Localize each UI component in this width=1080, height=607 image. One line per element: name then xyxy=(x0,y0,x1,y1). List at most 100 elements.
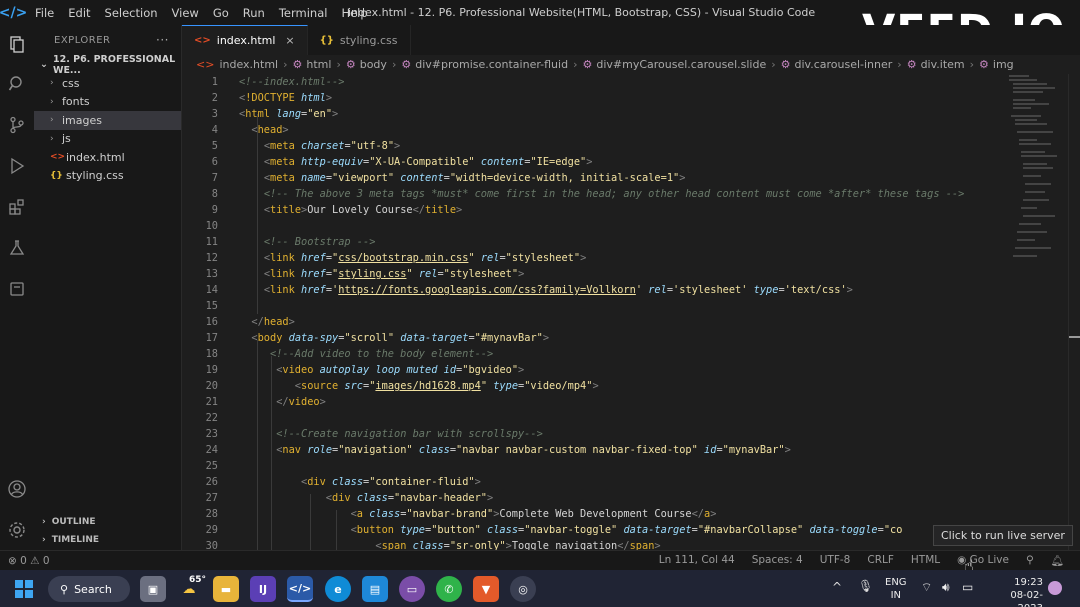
tab-index-html[interactable]: <> index.html × xyxy=(182,25,308,55)
menu-go[interactable]: Go xyxy=(206,6,236,20)
vscode-logo-icon: </> xyxy=(0,4,28,21)
show-hidden-icons-chevron-icon[interactable]: ^ xyxy=(832,580,842,594)
extensions-icon[interactable] xyxy=(6,196,28,218)
testing-flask-icon[interactable] xyxy=(6,237,28,259)
tree-item-images[interactable]: › images xyxy=(34,111,181,130)
code-editor[interactable]: 1 2 3 4 5 6 7 8 9 10 11 12 13 14 15 16 1… xyxy=(182,74,1007,550)
taskbar-search[interactable]: ⚲ Search xyxy=(48,576,130,602)
weather-widget[interactable]: ☁ 65° xyxy=(176,575,207,602)
cursor-position[interactable]: Ln 111, Col 44 xyxy=(659,554,735,567)
menu-selection[interactable]: Selection xyxy=(98,6,165,20)
go-live-label: Go Live xyxy=(969,554,1009,566)
tree-item-label: fonts xyxy=(62,95,90,109)
code-line: <html lang="en"> xyxy=(239,108,339,120)
breadcrumb-item[interactable]: div.carousel-inner xyxy=(795,58,893,71)
element-icon: ⚙ xyxy=(292,58,303,71)
tree-item-label: js xyxy=(62,132,71,146)
language-mode[interactable]: HTML xyxy=(911,554,940,567)
code-line: <link href="css/bootstrap.min.css" rel="… xyxy=(263,252,587,264)
file-explorer-icon[interactable]: ▬ xyxy=(213,576,239,602)
outline-section[interactable]: › OUTLINE xyxy=(34,513,182,531)
line-number: 26 xyxy=(205,476,218,488)
intellij-app-icon[interactable]: IJ xyxy=(250,576,276,602)
source-control-icon[interactable] xyxy=(6,114,28,136)
breadcrumb-item[interactable]: div#promise.container-fluid xyxy=(415,58,568,71)
code-line: <head> xyxy=(251,124,289,136)
code-line: <div class="navbar-header"> xyxy=(325,492,494,504)
brave-browser-icon[interactable]: ▼ xyxy=(473,576,499,602)
line-ending[interactable]: CRLF xyxy=(867,554,894,567)
windows-start-icon[interactable] xyxy=(11,576,37,602)
line-number: 29 xyxy=(205,524,218,536)
tab-styling-css[interactable]: {} styling.css xyxy=(308,25,411,55)
line-number: 2 xyxy=(211,92,218,104)
notification-center-icon[interactable] xyxy=(1048,581,1062,595)
menu-edit[interactable]: Edit xyxy=(61,6,97,20)
code-line: <video autoplay loop muted id="bgvideo"> xyxy=(276,364,525,376)
account-icon[interactable] xyxy=(6,478,28,500)
breadcrumb-item[interactable]: index.html xyxy=(219,58,278,71)
menu-file[interactable]: File xyxy=(28,6,61,20)
chevron-right-icon: › xyxy=(50,133,54,144)
remote-explorer-icon[interactable] xyxy=(6,278,28,300)
timeline-section[interactable]: › TIMELINE xyxy=(34,531,182,549)
microphone-icon[interactable]: 🎙︎ xyxy=(858,579,873,593)
line-number: 12 xyxy=(205,252,218,264)
workspace-folder[interactable]: ⌄ 12. P6. PROFESSIONAL WE... xyxy=(34,54,181,76)
notifications-bell-icon[interactable]: 🔔︎ xyxy=(1051,554,1064,567)
line-number: 16 xyxy=(205,316,218,328)
explorer-icon[interactable] xyxy=(6,33,28,55)
language-indicator[interactable]: ENG IN xyxy=(885,576,907,602)
chevron-down-icon: ⌄ xyxy=(40,59,48,70)
tree-item-index-html[interactable]: <> index.html xyxy=(34,148,181,167)
chrome-browser-icon[interactable]: ◎ xyxy=(510,576,536,602)
element-icon: ⚙ xyxy=(345,58,356,71)
volume-icon[interactable]: 🔊︎ xyxy=(942,580,950,595)
tree-item-js[interactable]: › js xyxy=(34,130,181,149)
menu-run[interactable]: Run xyxy=(236,6,272,20)
clock[interactable]: 19:23 08-02-2023 xyxy=(985,576,1043,607)
code-line: <!--Add video to the body element--> xyxy=(270,348,494,360)
status-bar: ⊗ 0 ⚠ 0 Ln 111, Col 44 Spaces: 4 UTF-8 C… xyxy=(0,550,1080,570)
close-icon[interactable]: × xyxy=(285,34,294,47)
whatsapp-icon[interactable]: ✆ xyxy=(436,576,462,602)
breadcrumb-item[interactable]: body xyxy=(360,58,387,71)
minimap[interactable] xyxy=(1007,74,1067,274)
breadcrumb-item[interactable]: div#myCarousel.carousel.slide xyxy=(596,58,766,71)
tree-item-styling-css[interactable]: {} styling.css xyxy=(34,167,181,186)
line-number: 22 xyxy=(205,412,218,424)
more-actions-icon[interactable]: ··· xyxy=(156,33,169,47)
task-view-icon[interactable]: ▣ xyxy=(140,576,166,602)
encoding[interactable]: UTF-8 xyxy=(820,554,851,567)
problems-indicator[interactable]: ⊗ 0 ⚠ 0 xyxy=(0,555,50,567)
breadcrumb-item[interactable]: img xyxy=(993,58,1014,71)
menu-terminal[interactable]: Terminal xyxy=(272,6,335,20)
run-debug-icon[interactable] xyxy=(6,155,28,177)
search-icon[interactable] xyxy=(6,73,28,95)
element-icon: ⚙ xyxy=(401,58,412,71)
weather-temp: 65° xyxy=(189,575,207,585)
editor-tabs: <> index.html × {} styling.css xyxy=(182,25,1080,55)
tree-item-css[interactable]: › css xyxy=(34,74,181,93)
battery-icon[interactable]: ▭ xyxy=(962,580,973,594)
media-app-icon[interactable]: ▭ xyxy=(399,576,425,602)
indentation[interactable]: Spaces: 4 xyxy=(752,554,803,567)
scrollbar-position-marker xyxy=(1069,336,1080,338)
settings-gear-icon[interactable] xyxy=(6,519,28,541)
line-number: 27 xyxy=(205,492,218,504)
css-file-icon: {} xyxy=(50,170,63,181)
code-line: <!--index.html--> xyxy=(239,76,345,88)
wifi-icon[interactable]: ⌔ xyxy=(921,580,932,595)
html-file-icon: <> xyxy=(194,35,211,46)
breadcrumb-item[interactable]: div.item xyxy=(921,58,965,71)
edge-browser-icon[interactable]: e xyxy=(325,576,351,602)
vertical-scrollbar[interactable] xyxy=(1068,74,1080,550)
vscode-taskbar-icon[interactable]: </> xyxy=(287,576,313,602)
breadcrumb-item[interactable]: html xyxy=(306,58,331,71)
feedback-icon[interactable]: ⚲ xyxy=(1026,554,1034,567)
tab-label: index.html xyxy=(216,34,276,47)
microsoft-store-icon[interactable]: ▤ xyxy=(362,576,388,602)
menu-view[interactable]: View xyxy=(165,6,206,20)
line-number: 8 xyxy=(211,188,218,200)
tree-item-fonts[interactable]: › fonts xyxy=(34,93,181,112)
